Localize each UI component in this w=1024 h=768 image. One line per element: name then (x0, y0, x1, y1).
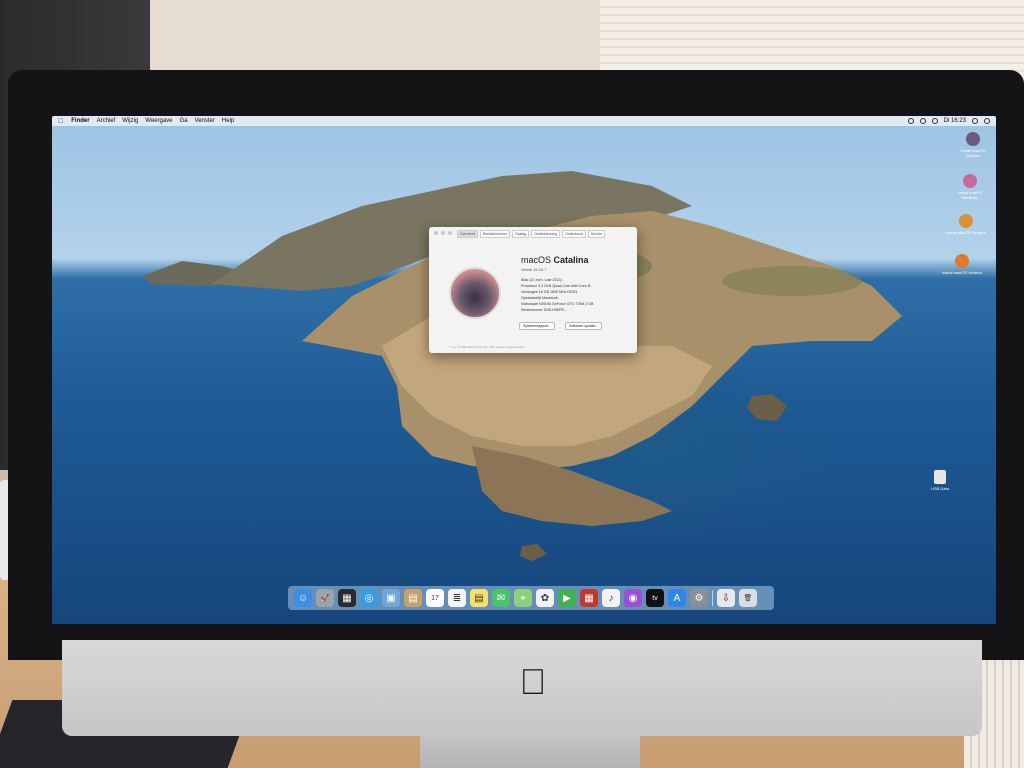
installer-icon (959, 214, 973, 228)
wall-middle (150, 0, 600, 80)
dock-item-notes-icon[interactable]: ▤ (470, 589, 488, 607)
installer-icon (966, 132, 980, 146)
os-name: macOS Catalina (521, 255, 589, 265)
desktop-icon-label: Install macOS Monterey (957, 190, 983, 200)
notification-center-icon[interactable] (984, 118, 990, 124)
imac-stand (420, 736, 640, 768)
os-version: Versie 10.15.7 (521, 267, 547, 272)
tab-service[interactable]: Service (587, 230, 606, 238)
copyright-footer: ™ en © 1983-2020 Apple Inc. Alle rechten… (449, 345, 526, 349)
desktop-icon-install-monterey[interactable]: Install macOS Monterey (950, 174, 990, 200)
spotlight-icon[interactable] (972, 118, 978, 124)
dock-item-mission-control-icon[interactable]: ▦ (338, 589, 356, 607)
menu-weergave[interactable]: Weergave (145, 118, 172, 124)
desktop-icon-usb-data[interactable]: USB Data (920, 470, 960, 491)
dock: ☺ 🚀 ▦ ◎ ▣ ▤ 17 ≣ ▤ ✉ ⌖ ✿ ▶ ▦ ♪ ◉ tv A ⚙ ⇩ 🗑 (288, 586, 774, 610)
dock-item-tv-icon[interactable]: tv (646, 589, 664, 607)
volume-icon[interactable] (931, 118, 938, 124)
catalina-island-wallpaper (142, 171, 902, 561)
os-name-light: macOS (521, 255, 552, 265)
menu-finder[interactable]: Finder (71, 118, 89, 124)
installer-icon (963, 174, 977, 188)
dock-item-contacts-icon[interactable]: ▤ (404, 589, 422, 607)
dock-item-photo-booth-icon[interactable]: ▦ (580, 589, 598, 607)
installer-icon (955, 254, 969, 268)
dock-separator (712, 590, 713, 606)
menu-ga[interactable]: Ga (180, 118, 188, 124)
menu-help[interactable]: Help (222, 118, 234, 124)
menu-wijzig[interactable]: Wijzig (122, 118, 138, 124)
apple-logo-icon:  (515, 662, 551, 702)
spec-list: iMac (27-inch, Late 2013) Processor 3,4 … (521, 277, 593, 313)
tab-beeldschermen[interactable]: Beeldschermen (479, 230, 511, 238)
dock-item-messages-icon[interactable]: ✉ (492, 589, 510, 607)
tab-overzicht[interactable]: Overzicht (457, 230, 478, 238)
desktop-icon-label: Install macOS Ventura (942, 270, 982, 275)
window-blinds (600, 0, 1024, 80)
dock-item-trash-icon[interactable]: 🗑 (739, 589, 757, 607)
dock-item-calendar-icon[interactable]: 17 (426, 589, 444, 607)
dock-item-safari-icon[interactable]: ◎ (360, 589, 378, 607)
desktop-icon-install-catalina[interactable]: Install macOS Catalina (953, 132, 993, 158)
desktop-icon-label: USB Data (931, 486, 949, 491)
close-button[interactable] (434, 231, 438, 235)
dock-item-music-icon[interactable]: ♪ (602, 589, 620, 607)
system-report-button[interactable]: Systeemrapport... (519, 322, 556, 330)
dock-item-podcasts-icon[interactable]: ◉ (624, 589, 642, 607)
menu-venster[interactable]: Venster (195, 118, 215, 124)
dock-item-finder-icon[interactable]: ☺ (294, 589, 312, 607)
menubar:  Finder Archief Wijzig Weergave Ga Vens… (52, 116, 996, 126)
time-machine-icon[interactable] (907, 118, 914, 124)
apple-menu-icon[interactable]:  (58, 118, 63, 125)
zoom-button[interactable] (448, 231, 452, 235)
tab-onderhoud[interactable]: Onderhoud (562, 230, 586, 238)
menu-archief[interactable]: Archief (97, 118, 116, 124)
drive-icon (934, 470, 946, 484)
spec-serial: Serienummer D25LH0EFR... (521, 308, 567, 312)
dock-item-preview-icon[interactable]: ▣ (382, 589, 400, 607)
catalina-logo-icon (449, 267, 501, 319)
tab-ondersteuning[interactable]: Ondersteuning (531, 230, 561, 238)
dock-item-downloads-icon[interactable]: ⇩ (717, 589, 735, 607)
dock-item-maps-icon[interactable]: ⌖ (514, 589, 532, 607)
desktop-icon-install-ventura[interactable]: Install macOS Ventura (946, 214, 986, 235)
dock-item-facetime-icon[interactable]: ▶ (558, 589, 576, 607)
tab-opslag[interactable]: Opslag (512, 230, 530, 238)
dock-item-app-store-icon[interactable]: A (668, 589, 686, 607)
about-this-mac-window: Overzicht Beeldschermen Opslag Ondersteu… (429, 227, 637, 353)
menubar-clock[interactable]: Di 16:23 (944, 118, 966, 124)
dock-item-system-preferences-icon[interactable]: ⚙ (690, 589, 708, 607)
os-name-bold: Catalina (553, 255, 589, 265)
desktop-icon-label: Install macOS Catalina (960, 148, 986, 158)
software-update-button[interactable]: Software-update... (565, 322, 603, 330)
wifi-icon[interactable] (919, 118, 926, 124)
minimize-button[interactable] (441, 231, 445, 235)
window-tabs: Overzicht Beeldschermen Opslag Ondersteu… (457, 230, 606, 238)
dock-item-photos-icon[interactable]: ✿ (536, 589, 554, 607)
dock-item-launchpad-icon[interactable]: 🚀 (316, 589, 334, 607)
desktop-icon-install-ventura-2[interactable]: Install macOS Ventura (942, 254, 982, 275)
screen:  Finder Archief Wijzig Weergave Ga Vens… (52, 116, 996, 624)
dock-item-reminders-icon[interactable]: ≣ (448, 589, 466, 607)
desktop-icon-label: Install macOS Ventura (946, 230, 986, 235)
